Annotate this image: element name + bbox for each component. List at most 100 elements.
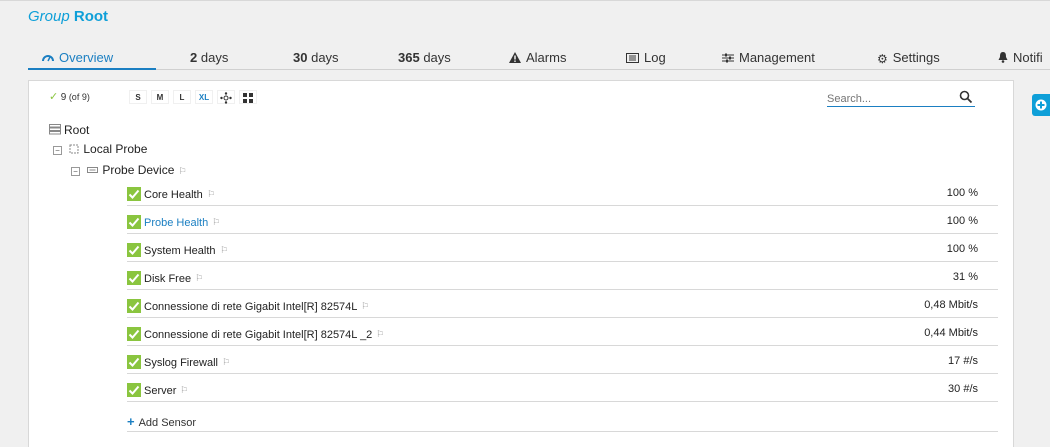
check-icon: ✓	[49, 91, 59, 103]
tree-device[interactable]: − Probe Device ⚐	[71, 163, 186, 177]
size-s-button[interactable]: S	[129, 90, 147, 104]
group-header: Group Root	[0, 0, 1050, 30]
tree-root-label: Root	[64, 123, 90, 137]
sensor-ok-icon	[127, 299, 141, 313]
network-icon	[220, 92, 232, 104]
tab-2-days-num: 2	[190, 50, 198, 65]
sensor-ok-icon	[127, 271, 141, 285]
add-sensor-label: Add Sensor	[138, 417, 197, 429]
tab-log-label: Log	[644, 50, 666, 65]
warning-icon	[509, 52, 521, 63]
flag-icon[interactable]: ⚐	[207, 189, 215, 200]
sensor-name[interactable]: Connessione di rete Gigabit Intel[R] 825…	[144, 301, 357, 313]
sensor-value: 0,44 Mbit/s	[924, 327, 978, 339]
size-m-button[interactable]: M	[151, 90, 169, 104]
collapse-probe-toggle[interactable]: −	[53, 146, 62, 155]
flag-icon[interactable]: ⚐	[178, 166, 186, 177]
sliders-icon	[722, 53, 734, 63]
sensor-ok-icon	[127, 243, 141, 257]
tab-management-label: Management	[739, 50, 815, 65]
sensor-value: 100 %	[946, 215, 978, 227]
flag-icon[interactable]: ⚐	[220, 245, 228, 256]
tab-notifications[interactable]: Notifi	[998, 50, 1043, 65]
sensor-row[interactable]: System Health ⚐ 100 %	[127, 240, 998, 262]
sensor-row[interactable]: Disk Free ⚐ 31 %	[127, 268, 998, 290]
gauge-icon	[42, 55, 54, 62]
sensor-value: 17 #/s	[948, 355, 978, 367]
sensor-row[interactable]: Server ⚐ 30 #/s	[127, 380, 998, 402]
view-toolbar: ✓ 9 (of 9) S M L XL	[29, 81, 1013, 113]
sensor-name[interactable]: Probe Health	[144, 217, 208, 229]
size-l-button[interactable]: L	[173, 90, 191, 104]
tree-device-label: Probe Device	[102, 163, 175, 177]
tab-365-days[interactable]: 365 days	[398, 50, 451, 65]
flag-icon[interactable]: ⚐	[361, 301, 369, 312]
add-panel-button[interactable]	[1032, 94, 1050, 116]
group-prefix: Group	[28, 8, 70, 25]
main-panel: ✓ 9 (of 9) S M L XL Search... Root − Loc…	[28, 80, 1014, 447]
sensor-name[interactable]: Server	[144, 385, 176, 397]
flag-icon[interactable]: ⚐	[195, 273, 203, 284]
search-box	[827, 89, 975, 107]
tab-2-days-label: days	[200, 50, 229, 65]
flag-icon[interactable]: ⚐	[376, 329, 384, 340]
tab-alarms-label: Alarms	[526, 50, 567, 65]
root-group-icon	[49, 124, 61, 135]
sensor-row[interactable]: Connessione di rete Gigabit Intel[R] 825…	[127, 296, 998, 318]
sensor-row[interactable]: Probe Health ⚐ 100 %	[127, 212, 998, 234]
selected-count-total: (of 9)	[68, 92, 90, 102]
plus-icon: +	[127, 414, 135, 429]
plus-circle-icon	[1035, 99, 1047, 111]
grid-icon	[243, 93, 253, 103]
tab-management[interactable]: Management	[722, 50, 815, 65]
sensor-value: 100 %	[946, 243, 978, 255]
probe-icon	[69, 144, 79, 154]
flag-icon[interactable]: ⚐	[212, 217, 220, 228]
tab-30-days[interactable]: 30 days	[293, 50, 339, 65]
tab-365-days-num: 365	[398, 50, 420, 65]
device-icon	[87, 167, 99, 173]
search-input[interactable]	[827, 91, 957, 107]
sensor-name[interactable]: Syslog Firewall	[144, 357, 218, 369]
sensor-row[interactable]: Core Health ⚐ 100 %	[127, 184, 998, 206]
sensor-name[interactable]: Connessione di rete Gigabit Intel[R] 825…	[144, 329, 372, 341]
selected-count[interactable]: ✓ 9 (of 9)	[49, 90, 90, 103]
sensor-name[interactable]: Disk Free	[144, 273, 191, 285]
sensor-ok-icon	[127, 215, 141, 229]
sensor-ok-icon	[127, 355, 141, 369]
sensor-row[interactable]: Connessione di rete Gigabit Intel[R] 825…	[127, 324, 998, 346]
log-icon	[626, 53, 639, 63]
search-icon[interactable]	[959, 90, 973, 104]
sensor-value: 0,48 Mbit/s	[924, 299, 978, 311]
tab-30-days-num: 30	[293, 50, 308, 65]
sensor-value: 100 %	[946, 187, 978, 199]
sensor-ok-icon	[127, 383, 141, 397]
tree-probe-label: Local Probe	[83, 142, 148, 156]
grid-view-button[interactable]	[239, 90, 257, 104]
add-sensor-row[interactable]: + Add Sensor	[127, 414, 998, 432]
sensor-ok-icon	[127, 187, 141, 201]
tab-log[interactable]: Log	[626, 50, 666, 65]
tree-probe[interactable]: − Local Probe	[53, 142, 147, 156]
flag-icon[interactable]: ⚐	[222, 357, 230, 368]
bell-icon	[998, 52, 1008, 63]
tab-settings[interactable]: ⚙ Settings	[877, 50, 940, 66]
group-name: Root	[73, 8, 109, 25]
tab-30-days-label: days	[311, 50, 339, 65]
flag-icon[interactable]: ⚐	[180, 385, 188, 396]
sensor-name[interactable]: Core Health	[144, 189, 203, 201]
tab-overview[interactable]: Overview	[42, 50, 113, 65]
collapse-device-toggle[interactable]: −	[71, 167, 80, 176]
size-xl-button[interactable]: XL	[195, 90, 213, 104]
sensor-row[interactable]: Syslog Firewall ⚐ 17 #/s	[127, 352, 998, 374]
sensor-ok-icon	[127, 327, 141, 341]
sensor-name[interactable]: System Health	[144, 245, 216, 257]
gear-icon: ⚙	[877, 52, 888, 66]
tab-alarms[interactable]: Alarms	[509, 50, 566, 65]
tab-notifications-label: Notifi	[1013, 50, 1043, 65]
tab-2-days[interactable]: 2 days	[190, 50, 228, 65]
tree-root[interactable]: Root	[49, 123, 89, 137]
graph-view-button[interactable]	[217, 90, 235, 104]
tab-365-days-label: days	[423, 50, 451, 65]
tab-bar: Overview 2 days 30 days 365 days Alarms …	[28, 50, 1050, 70]
